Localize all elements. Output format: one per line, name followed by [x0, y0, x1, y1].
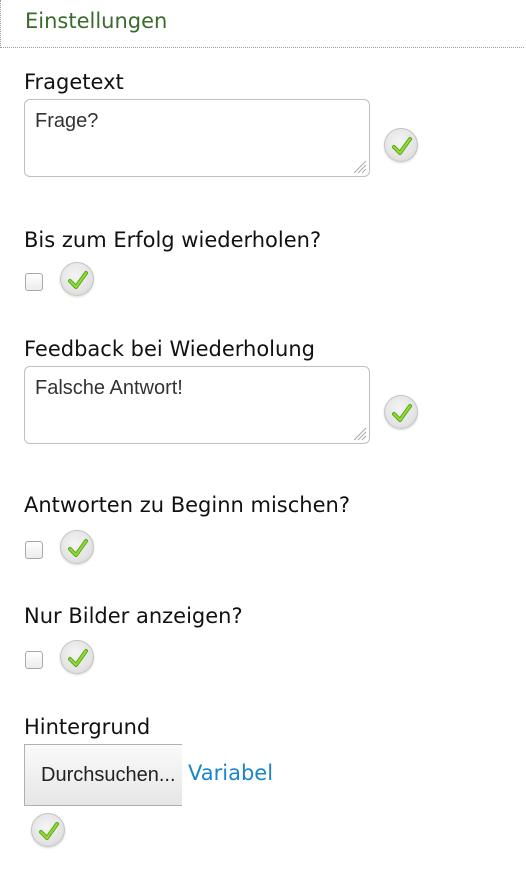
feedback-confirm-button[interactable] — [384, 395, 418, 429]
hintergrund-confirm-button[interactable] — [31, 813, 65, 847]
fragetext-value: Frage? — [35, 110, 99, 132]
check-icon — [68, 271, 88, 289]
check-icon — [68, 649, 88, 667]
check-icon — [68, 539, 88, 557]
browse-button-label: Durchsuchen... — [41, 764, 176, 786]
check-icon — [392, 404, 412, 422]
settings-header: Einstellungen — [0, 0, 524, 48]
settings-title: Einstellungen — [25, 9, 168, 33]
fragetext-label: Fragetext — [24, 70, 124, 94]
check-icon — [392, 137, 412, 155]
variabel-link[interactable]: Variabel — [188, 761, 273, 785]
nur-bilder-label: Nur Bilder anzeigen? — [24, 604, 243, 628]
antworten-mischen-checkbox[interactable] — [25, 541, 43, 559]
nur-bilder-checkbox[interactable] — [25, 651, 43, 669]
bis-zum-erfolg-label: Bis zum Erfolg wiederholen? — [24, 228, 322, 252]
browse-button[interactable]: Durchsuchen... — [24, 744, 182, 806]
feedback-textarea[interactable]: Falsche Antwort! — [24, 366, 370, 444]
hintergrund-label: Hintergrund — [24, 715, 151, 739]
antworten-mischen-label: Antworten zu Beginn mischen? — [24, 493, 350, 517]
fragetext-textarea[interactable]: Frage? — [24, 99, 370, 177]
fragetext-confirm-button[interactable] — [384, 128, 418, 162]
resize-grip-icon[interactable] — [349, 423, 367, 441]
antworten-mischen-confirm-button[interactable] — [60, 530, 94, 564]
feedback-label: Feedback bei Wiederholung — [24, 337, 315, 361]
feedback-value: Falsche Antwort! — [35, 377, 183, 399]
nur-bilder-confirm-button[interactable] — [60, 640, 94, 674]
resize-grip-icon[interactable] — [349, 156, 367, 174]
bis-zum-erfolg-confirm-button[interactable] — [60, 262, 94, 296]
bis-zum-erfolg-checkbox[interactable] — [25, 273, 43, 291]
check-icon — [39, 822, 59, 840]
